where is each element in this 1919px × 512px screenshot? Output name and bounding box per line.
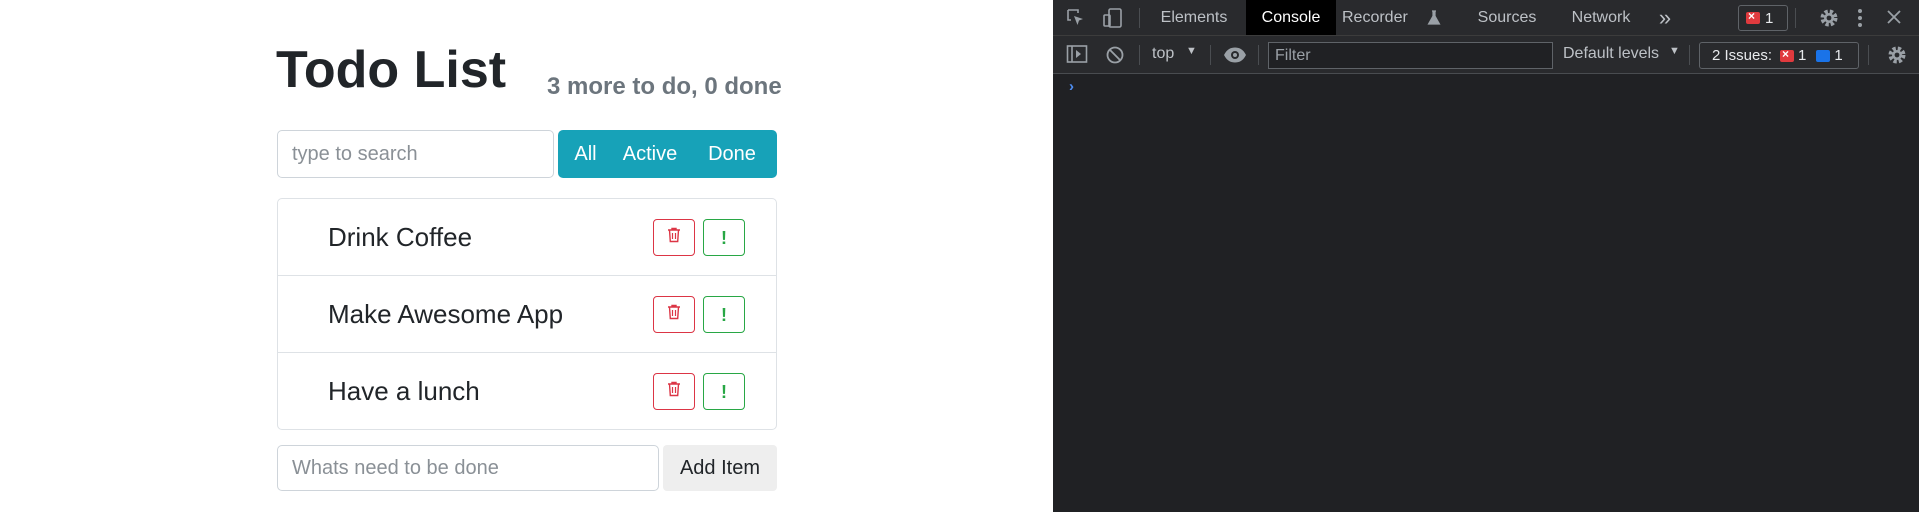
close-icon[interactable] — [1886, 9, 1902, 30]
eye-icon[interactable] — [1223, 46, 1247, 69]
trash-icon — [667, 304, 681, 325]
divider — [1139, 8, 1140, 28]
inspect-icon[interactable] — [1066, 8, 1086, 33]
error-icon — [1780, 47, 1795, 62]
divider — [1689, 45, 1690, 65]
add-item-button[interactable]: Add Item — [663, 445, 777, 491]
tab-elements[interactable]: Elements — [1152, 0, 1236, 35]
log-levels-dropdown[interactable]: Default levels — [1563, 45, 1659, 63]
exclamation-icon: ! — [721, 227, 727, 248]
exclamation-icon: ! — [721, 381, 727, 402]
list-item: Make Awesome App ! — [278, 276, 776, 353]
filter-done-button[interactable]: Done — [687, 130, 777, 178]
todo-item-label[interactable]: Make Awesome App — [328, 276, 563, 353]
mark-important-button[interactable]: ! — [703, 296, 745, 333]
error-count-badge[interactable]: 1 — [1738, 5, 1788, 31]
divider — [1795, 8, 1796, 28]
filter-button-group: All Active Done — [558, 130, 777, 178]
console-filter-input[interactable] — [1268, 42, 1553, 69]
chevron-down-icon: ▼ — [1186, 45, 1197, 57]
exclamation-icon: ! — [721, 304, 727, 325]
clear-console-icon[interactable] — [1105, 45, 1125, 70]
todo-item-label[interactable]: Drink Coffee — [328, 199, 472, 276]
recorder-flask-icon — [1427, 10, 1441, 31]
search-input[interactable] — [277, 130, 554, 178]
new-item-input[interactable] — [277, 445, 659, 491]
console-toolbar: top ▼ Default levels ▼ 2 Issues: 1 1 — [1053, 36, 1919, 74]
list-item: Drink Coffee ! — [278, 199, 776, 276]
trash-icon — [667, 381, 681, 402]
page-title: Todo List — [276, 41, 507, 99]
todo-summary: 3 more to do, 0 done — [547, 73, 782, 100]
more-options-icon[interactable] — [1857, 8, 1863, 33]
tab-network[interactable]: Network — [1561, 0, 1641, 35]
more-tabs-button[interactable]: » — [1653, 0, 1677, 35]
settings-icon[interactable] — [1818, 7, 1840, 34]
devtools-tab-bar: Elements Console Recorder Sources Networ… — [1053, 0, 1919, 36]
divider — [1868, 45, 1869, 65]
divider — [1210, 45, 1211, 65]
tab-sources[interactable]: Sources — [1467, 0, 1547, 35]
divider — [1258, 45, 1259, 65]
info-icon — [1816, 49, 1831, 62]
todo-item-label[interactable]: Have a lunch — [328, 353, 480, 429]
divider — [1139, 45, 1140, 65]
device-toolbar-icon[interactable] — [1102, 7, 1124, 34]
console-prompt[interactable]: › — [1069, 78, 1074, 95]
filter-all-button[interactable]: All — [558, 130, 613, 178]
delete-item-button[interactable] — [653, 373, 695, 410]
sidebar-toggle-icon[interactable] — [1066, 44, 1088, 69]
filter-active-button[interactable]: Active — [613, 130, 687, 178]
tab-console[interactable]: Console — [1246, 0, 1336, 35]
delete-item-button[interactable] — [653, 296, 695, 333]
issues-badge[interactable]: 2 Issues: 1 1 — [1699, 42, 1859, 69]
list-item: Have a lunch ! — [278, 353, 776, 429]
trash-icon — [667, 227, 681, 248]
todo-app: Todo List 3 more to do, 0 done All Activ… — [0, 0, 1053, 512]
todo-list: Drink Coffee ! Make Awesome App ! Have a… — [277, 198, 777, 430]
chevron-down-icon: ▼ — [1669, 45, 1680, 57]
tab-recorder[interactable]: Recorder — [1342, 0, 1424, 35]
context-selector[interactable]: top — [1152, 45, 1174, 63]
console-settings-icon[interactable] — [1886, 44, 1908, 71]
error-icon — [1746, 9, 1760, 24]
mark-important-button[interactable]: ! — [703, 219, 745, 256]
delete-item-button[interactable] — [653, 219, 695, 256]
mark-important-button[interactable]: ! — [703, 373, 745, 410]
devtools-panel: Elements Console Recorder Sources Networ… — [1053, 0, 1919, 512]
